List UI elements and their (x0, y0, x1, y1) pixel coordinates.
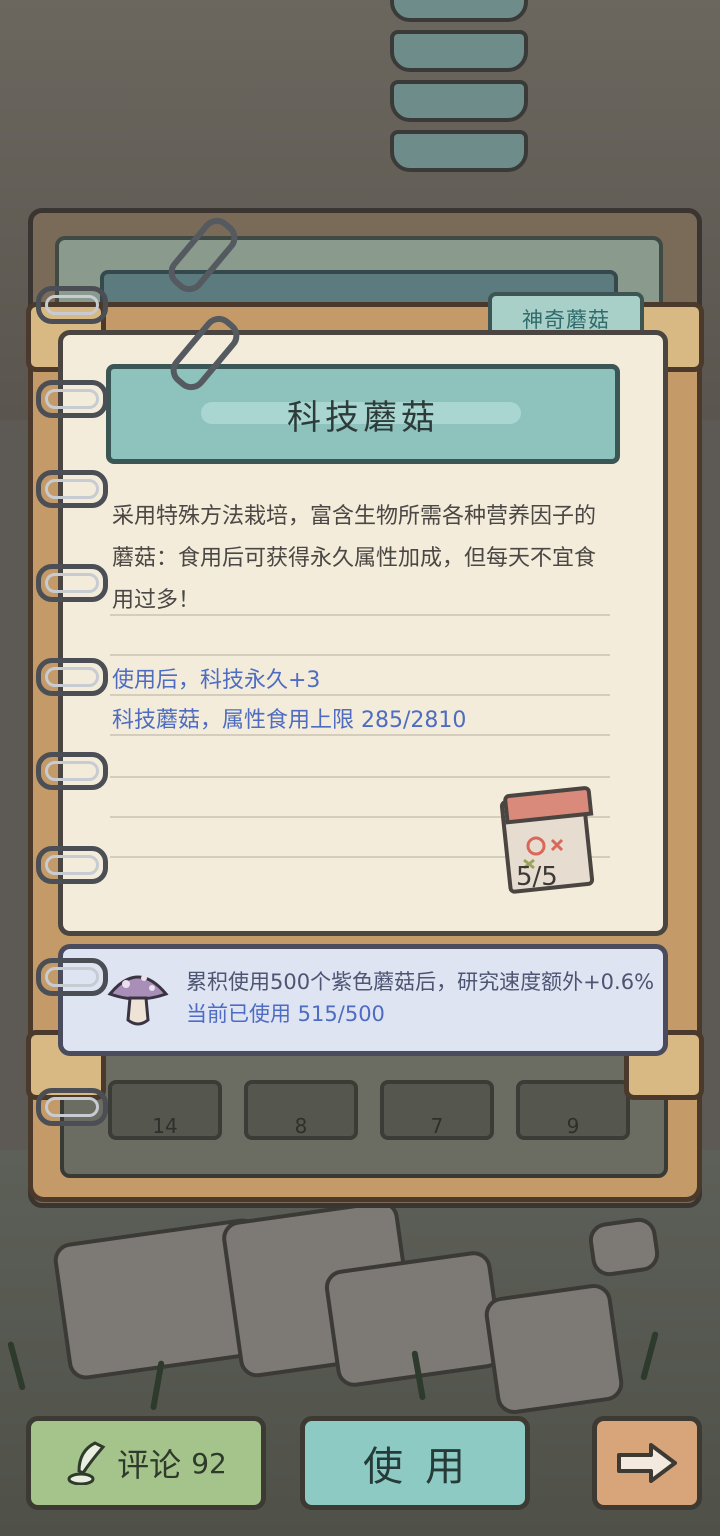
slot-count: 7 (430, 1114, 444, 1138)
effect-permanent: 使用后，科技永久+3 (112, 668, 321, 693)
binder-ring (36, 958, 108, 996)
binder-ring (36, 752, 108, 790)
ruled-line (110, 694, 610, 696)
ruled-line (110, 776, 610, 778)
bonus-progress: 当前已使用 515/500 (186, 1002, 385, 1026)
binder-ring (36, 380, 108, 418)
page-indicator: 5/5 (516, 862, 558, 892)
comment-button[interactable]: 评论 92 (26, 1416, 266, 1510)
comment-count: 92 (191, 1446, 227, 1480)
purple-mushroom-icon (107, 975, 169, 1026)
pagoda-tower (380, 0, 530, 190)
binder-ring (36, 564, 108, 602)
ruled-line (110, 734, 610, 736)
slot-count: 9 (566, 1114, 580, 1138)
slot-count: 14 (152, 1114, 178, 1138)
binder-ring (36, 286, 108, 324)
rock (586, 1215, 662, 1279)
effect-limit: 科技蘑菇，属性食用上限 285/2810 (112, 708, 467, 733)
ruled-line (110, 654, 610, 656)
binder-ring (36, 1088, 108, 1126)
quill-icon (67, 1441, 106, 1485)
item-slot[interactable]: 7 (380, 1080, 494, 1140)
binder-ring (36, 470, 108, 508)
item-slot[interactable]: 8 (244, 1080, 358, 1140)
use-button[interactable]: 使用 (300, 1416, 530, 1510)
game-scene: 14 8 7 9 神奇蘑菇 科技蘑菇 采用特殊方法栽培，富含生物所需各种营养因子… (0, 0, 720, 1536)
rock (482, 1281, 626, 1417)
item-description: 采用特殊方法栽培，富含生物所需各种营养因子的蘑菇：食用后可获得永久属性加成，但每… (112, 504, 597, 613)
next-button[interactable] (592, 1416, 702, 1510)
item-slot[interactable]: 9 (516, 1080, 630, 1140)
comment-label: 评论 (117, 1446, 182, 1484)
bonus-description: 累积使用500个紫色蘑菇后，研究速度额外+0.6% (186, 970, 655, 994)
binder-ring (36, 846, 108, 884)
use-label: 使用 (363, 1444, 487, 1490)
arrow-right-icon (617, 1443, 677, 1483)
slot-count: 8 (294, 1114, 308, 1138)
binder-ring (36, 658, 108, 696)
item-slot[interactable]: 14 (108, 1080, 222, 1140)
